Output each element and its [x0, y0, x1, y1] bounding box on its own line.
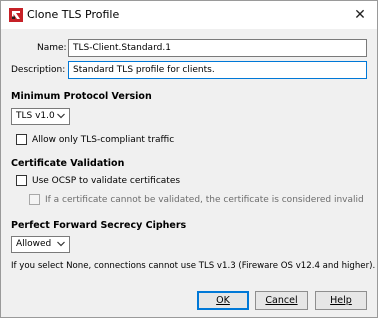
ok-button[interactable]: OK: [197, 291, 249, 310]
cancel-button[interactable]: Cancel: [255, 291, 308, 310]
cert-invalid-checkbox[interactable]: [29, 194, 40, 205]
pfs-value: Allowed: [16, 239, 52, 249]
cert-invalid-label: If a certificate cannot be validated, th…: [45, 195, 364, 205]
pfs-note: If you select None, connections cannot u…: [11, 261, 376, 271]
watchguard-logo-icon: [9, 8, 23, 22]
use-ocsp-checkbox[interactable]: [16, 175, 27, 186]
cancel-button-label: Cancel: [265, 295, 298, 306]
chevron-down-icon: [57, 113, 65, 119]
name-field[interactable]: TLS-Client.Standard.1: [68, 39, 367, 57]
ok-button-label: OK: [216, 295, 230, 306]
help-button-label: Help: [330, 295, 352, 306]
chevron-down-icon: [57, 241, 65, 247]
description-label: Description:: [11, 65, 66, 75]
title-bar: Clone TLS Profile ✕: [1, 1, 377, 29]
pfs-select[interactable]: Allowed: [11, 236, 70, 253]
allow-only-tls-checkbox[interactable]: [16, 134, 27, 145]
cert-validation-heading: Certificate Validation: [11, 158, 125, 169]
allow-only-tls-label: Allow only TLS-compliant traffic: [32, 135, 175, 145]
pfs-heading: Perfect Forward Secrecy Ciphers: [11, 220, 187, 231]
help-button[interactable]: Help: [315, 291, 367, 310]
protocol-version-select[interactable]: TLS v1.0: [11, 108, 70, 125]
name-label: Name:: [37, 43, 67, 53]
min-protocol-heading: Minimum Protocol Version: [11, 91, 152, 102]
close-icon[interactable]: ✕: [351, 6, 369, 24]
window-title: Clone TLS Profile: [27, 8, 120, 21]
description-field[interactable]: Standard TLS profile for clients.: [68, 61, 367, 79]
clone-tls-profile-dialog: Clone TLS Profile ✕ Name: TLS-Client.Sta…: [0, 0, 378, 318]
protocol-version-value: TLS v1.0: [16, 111, 55, 121]
use-ocsp-label: Use OCSP to validate certificates: [32, 176, 181, 186]
